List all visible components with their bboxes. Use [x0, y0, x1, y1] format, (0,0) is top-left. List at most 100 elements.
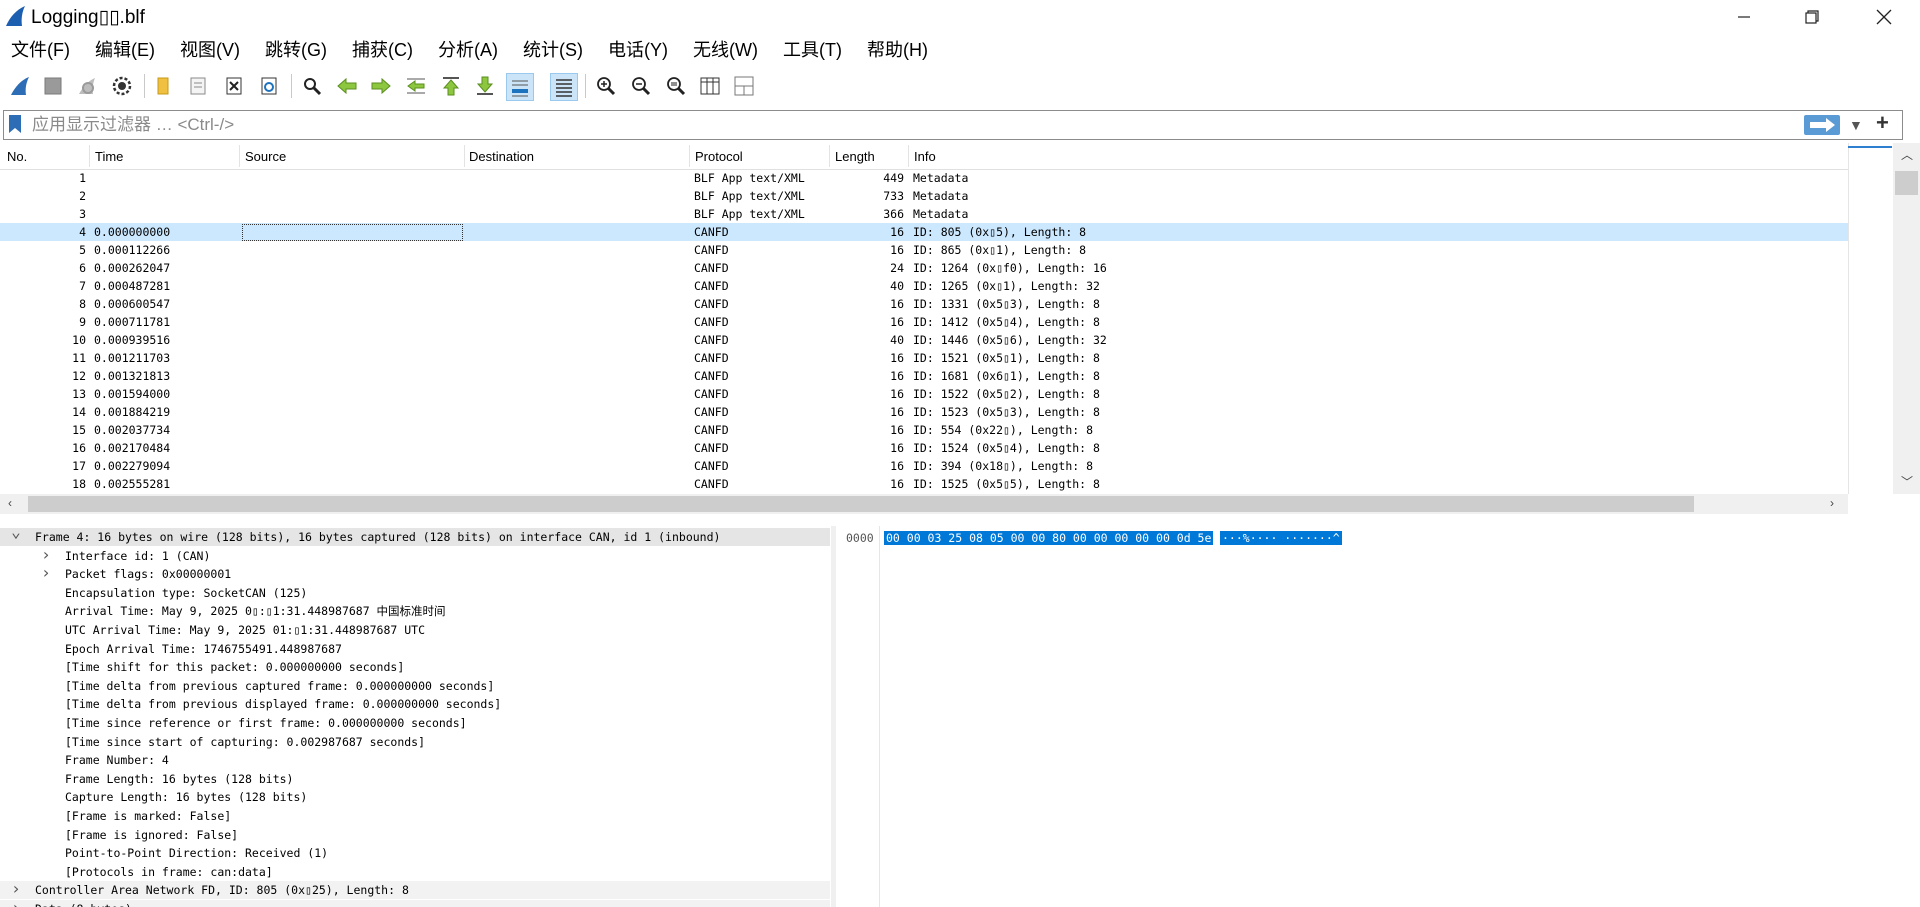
packet-row[interactable]: 3 BLF App text/XML 366 Metadata: [0, 205, 1848, 223]
restore-icon[interactable]: [1784, 0, 1840, 34]
menu-edit[interactable]: 编辑(E): [84, 36, 166, 64]
layout-icon[interactable]: [731, 73, 757, 99]
normal-size-icon[interactable]: [663, 73, 689, 99]
column-header-info[interactable]: Info: [914, 149, 936, 164]
close-icon[interactable]: [1856, 0, 1912, 34]
column-header-source[interactable]: Source: [245, 149, 286, 164]
detail-tree-item[interactable]: › Interface id: 1 (CAN): [0, 545, 830, 565]
minimize-icon[interactable]: [1716, 0, 1772, 34]
packet-row[interactable]: 10 0.000939516 CANFD 40 ID: 1446 (0x5▯6), Le…: [0, 331, 1848, 349]
detail-tree-item[interactable]: UTC Arrival Time: May 9, 2025 01:▯1:31.4…: [0, 621, 830, 639]
packet-row[interactable]: 15 0.002037734 CANFD 16 ID: 554 (0x22▯), Len…: [0, 421, 1848, 439]
go-forward-icon[interactable]: [368, 73, 394, 99]
column-header-length[interactable]: Length: [835, 149, 875, 164]
menu-help[interactable]: 帮助(H): [856, 36, 939, 64]
save-icon[interactable]: [185, 73, 211, 99]
detail-tree-item[interactable]: › Data (8 bytes): [0, 899, 830, 907]
go-to-packet-icon[interactable]: [403, 73, 429, 99]
go-back-icon[interactable]: [334, 73, 360, 99]
detail-tree-item[interactable]: Frame Number: 4: [0, 751, 830, 769]
horizontal-scrollbar-thumb[interactable]: [28, 496, 1694, 512]
hex-bytes[interactable]: 00 00 03 25 08 05 00 00 80 00 00 00 00 0…: [884, 531, 1214, 545]
detail-tree-item[interactable]: [Frame is ignored: False]: [0, 826, 830, 844]
column-header-protocol[interactable]: Protocol: [695, 149, 743, 164]
detail-tree-item[interactable]: › Packet flags: 0x00000001: [0, 564, 830, 583]
menu-view[interactable]: 视图(V): [169, 36, 251, 64]
chevron-down-icon[interactable]: ⌄: [9, 526, 23, 541]
scroll-left-icon[interactable]: ‹: [8, 496, 12, 510]
detail-tree-item[interactable]: [Time shift for this packet: 0.000000000…: [0, 658, 830, 676]
menu-analyze[interactable]: 分析(A): [427, 36, 509, 64]
detail-tree-item[interactable]: Arrival Time: May 9, 2025 0▯:▯1:31.44898…: [0, 602, 830, 620]
packet-row[interactable]: 12 0.001321813 CANFD 16 ID: 1681 (0x6▯1), Le…: [0, 367, 1848, 385]
colorize-icon[interactable]: [550, 73, 578, 101]
detail-tree-item[interactable]: Encapsulation type: SocketCAN (125): [0, 584, 830, 602]
last-packet-icon[interactable]: [472, 73, 498, 99]
detail-tree-item[interactable]: [Time delta from previous captured frame…: [0, 677, 830, 695]
stop-icon[interactable]: [40, 73, 66, 99]
zoom-out-icon[interactable]: [628, 73, 654, 99]
packet-row[interactable]: 2 BLF App text/XML 733 Metadata: [0, 187, 1848, 205]
packet-list-vertical-scrollbar[interactable]: ︿ ﹀: [1893, 143, 1920, 494]
open-folder-icon[interactable]: [151, 73, 177, 99]
scroll-right-icon[interactable]: ›: [1830, 496, 1834, 510]
packet-row[interactable]: 7 0.000487281 CANFD 40 ID: 1265 (0x▯1), Leng…: [0, 277, 1848, 295]
autoscroll-icon[interactable]: [506, 73, 534, 101]
detail-tree-item[interactable]: [Time since reference or first frame: 0.…: [0, 714, 830, 732]
packet-row[interactable]: 8 0.000600547 CANFD 16 ID: 1331 (0x5▯3), Len…: [0, 295, 1848, 313]
find-icon[interactable]: [299, 73, 325, 99]
packet-list-horizontal-scrollbar[interactable]: ‹ ›: [0, 494, 1848, 514]
packet-row[interactable]: 9 0.000711781 CANFD 16 ID: 1412 (0x5▯4), Len…: [0, 313, 1848, 331]
menu-wireless[interactable]: 无线(W): [682, 36, 769, 64]
scroll-up-icon[interactable]: ︿: [1901, 146, 1913, 163]
column-header-no[interactable]: No.: [7, 149, 27, 164]
detail-tree-item[interactable]: [Frame is marked: False]: [0, 807, 830, 825]
packet-row[interactable]: 13 0.001594000 CANFD 16 ID: 1522 (0x5▯2), Le…: [0, 385, 1848, 403]
column-header-time[interactable]: Time: [95, 149, 123, 164]
first-packet-icon[interactable]: [438, 73, 464, 99]
add-filter-button-icon[interactable]: +: [1876, 110, 1889, 136]
apply-filter-arrow-icon[interactable]: [1804, 115, 1840, 135]
bookmark-icon[interactable]: [8, 114, 22, 134]
packet-row[interactable]: 14 0.001884219 CANFD 16 ID: 1523 (0x5▯3), Le…: [0, 403, 1848, 421]
detail-tree-item[interactable]: [Time since start of capturing: 0.002987…: [0, 733, 830, 751]
chevron-right-icon[interactable]: ›: [39, 564, 53, 582]
restart-icon[interactable]: [74, 73, 100, 99]
packet-row[interactable]: 4 0.000000000 CANFD 16 ID: 805 (0x▯5), Lengt…: [0, 223, 1848, 241]
chevron-right-icon[interactable]: ›: [9, 880, 23, 898]
menu-file[interactable]: 文件(F): [0, 36, 81, 64]
resize-columns-icon[interactable]: [697, 73, 723, 99]
menu-tools[interactable]: 工具(T): [772, 36, 853, 64]
column-header-destination[interactable]: Destination: [469, 149, 534, 164]
shark-fin-start-icon[interactable]: [7, 73, 33, 99]
ascii-bytes[interactable]: ···%···· ·······^: [1220, 531, 1342, 545]
detail-tree-item[interactable]: Capture Length: 16 bytes (128 bits): [0, 788, 830, 806]
packet-row[interactable]: 16 0.002170484 CANFD 16 ID: 1524 (0x5▯4), Le…: [0, 439, 1848, 457]
scroll-down-icon[interactable]: ﹀: [1901, 473, 1913, 490]
packet-row[interactable]: 11 0.001211703 CANFD 16 ID: 1521 (0x5▯1), Le…: [0, 349, 1848, 367]
display-filter-input[interactable]: [32, 111, 1492, 139]
detail-tree-item[interactable]: [Protocols in frame: can:data]: [0, 863, 830, 881]
menu-telephony[interactable]: 电话(Y): [597, 36, 679, 64]
chevron-right-icon[interactable]: ›: [9, 899, 23, 907]
packet-row[interactable]: 1 BLF App text/XML 449 Metadata: [0, 169, 1848, 187]
menu-go[interactable]: 跳转(G): [254, 36, 338, 64]
chevron-right-icon[interactable]: ›: [39, 545, 53, 564]
capture-options-gear-icon[interactable]: [109, 73, 135, 99]
reload-icon[interactable]: [256, 73, 282, 99]
menu-capture[interactable]: 捕获(C): [341, 36, 424, 64]
detail-tree-item[interactable]: ⌄ Frame 4: 16 bytes on wire (128 bits), 1…: [0, 526, 830, 546]
detail-tree-item[interactable]: Point-to-Point Direction: Received (1): [0, 844, 830, 862]
chevron-down-icon[interactable]: ▼: [1849, 117, 1863, 133]
packet-row[interactable]: 18 0.002555281 CANFD 16 ID: 1525 (0x5▯5), Le…: [0, 475, 1848, 493]
packet-row[interactable]: 17 0.002279094 CANFD 16 ID: 394 (0x18▯), Len…: [0, 457, 1848, 475]
detail-tree-item[interactable]: [Time delta from previous displayed fram…: [0, 695, 830, 713]
detail-tree-item[interactable]: Epoch Arrival Time: 1746755491.448987687: [0, 640, 830, 658]
packet-row[interactable]: 5 0.000112266 CANFD 16 ID: 865 (0x▯1), Lengt…: [0, 241, 1848, 259]
scrollbar-thumb[interactable]: [1895, 171, 1918, 195]
detail-tree-item[interactable]: Frame Length: 16 bytes (128 bits): [0, 770, 830, 788]
zoom-in-icon[interactable]: [593, 73, 619, 99]
menu-statistics[interactable]: 统计(S): [512, 36, 594, 64]
packet-row[interactable]: 6 0.000262047 CANFD 24 ID: 1264 (0x▯f0), Len…: [0, 259, 1848, 277]
detail-tree-item[interactable]: › Controller Area Network FD, ID: 805 (0x…: [0, 880, 830, 900]
